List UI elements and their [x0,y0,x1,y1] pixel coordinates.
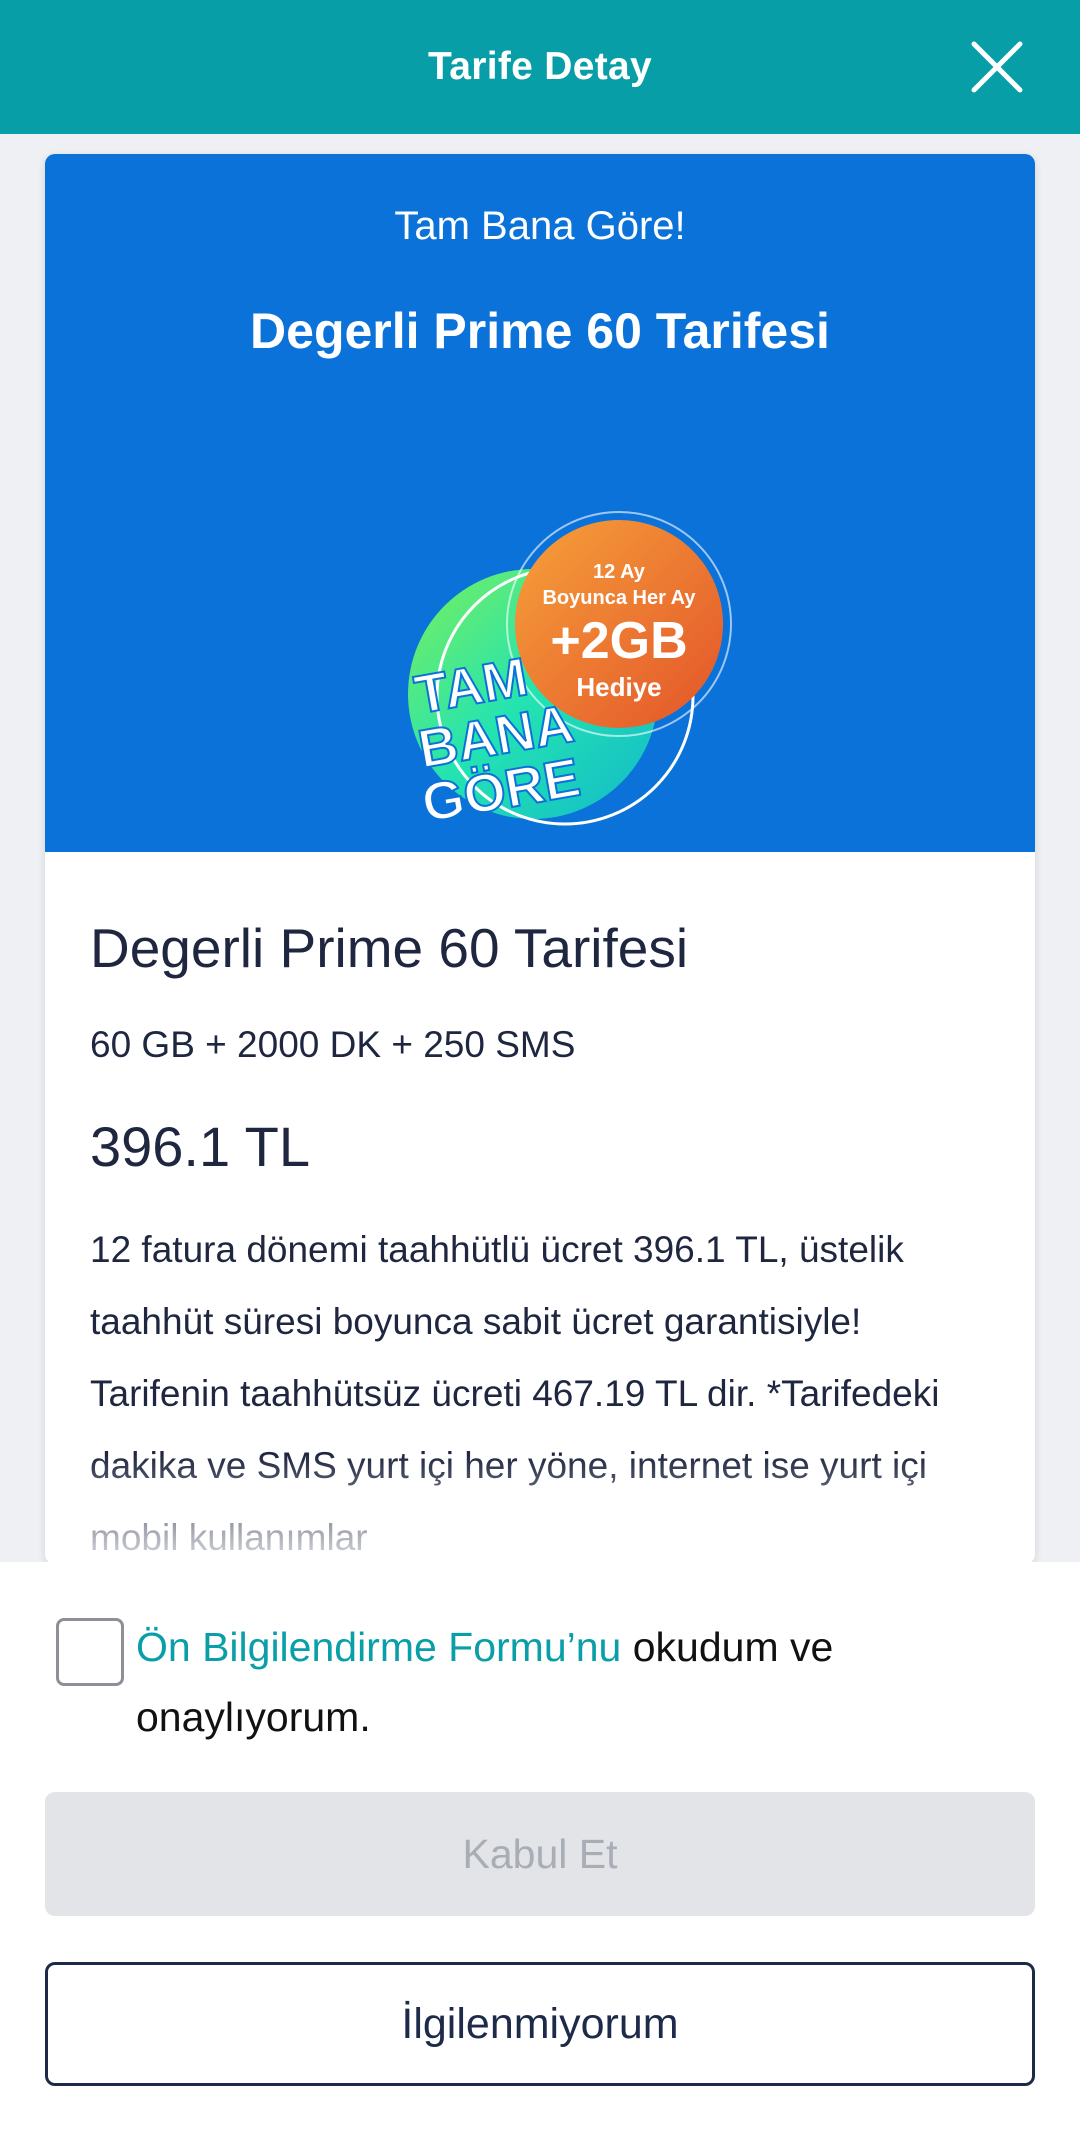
scroll-fade [45,1454,1035,1564]
tariff-banner: Tam Bana Göre! Degerli Prime 60 Tarifesi [45,154,1035,852]
close-icon[interactable] [968,38,1026,96]
promo-line3: Hediye [576,672,661,702]
action-panel: Ön Bilgilendirme Formu’nu okudum ve onay… [0,1562,1080,2130]
tariff-price: 396.1 TL [90,1115,311,1178]
decline-button[interactable]: İlgilenmiyorum [45,1962,1035,2086]
promo-amount: +2GB [550,612,687,670]
accept-button[interactable]: Kabul Et [45,1792,1035,1916]
banner-eyebrow: Tam Bana Göre! [394,204,686,248]
header-bar: Tarife Detay [0,0,1080,134]
promo-line2: Boyunca Her Ay [542,587,696,609]
promo-line1: 12 Ay [593,561,646,583]
tariff-name: Degerli Prime 60 Tarifesi [90,917,689,979]
tariff-card: Tam Bana Göre! Degerli Prime 60 Tarifesi [45,154,1035,1564]
tariff-features: 60 GB + 2000 DK + 250 SMS [90,1024,576,1065]
promo-badge-image: 12 Ay Boyunca Her Ay +2GB Hediye TAM BAN… [365,484,745,844]
consent-text: Ön Bilgilendirme Formu’nu okudum ve onay… [136,1612,1016,1752]
info-form-link[interactable]: Ön Bilgilendirme Formu’nu [136,1624,621,1670]
page-title: Tarife Detay [428,45,652,88]
banner-title: Degerli Prime 60 Tarifesi [250,303,830,359]
consent-checkbox[interactable] [56,1618,124,1686]
